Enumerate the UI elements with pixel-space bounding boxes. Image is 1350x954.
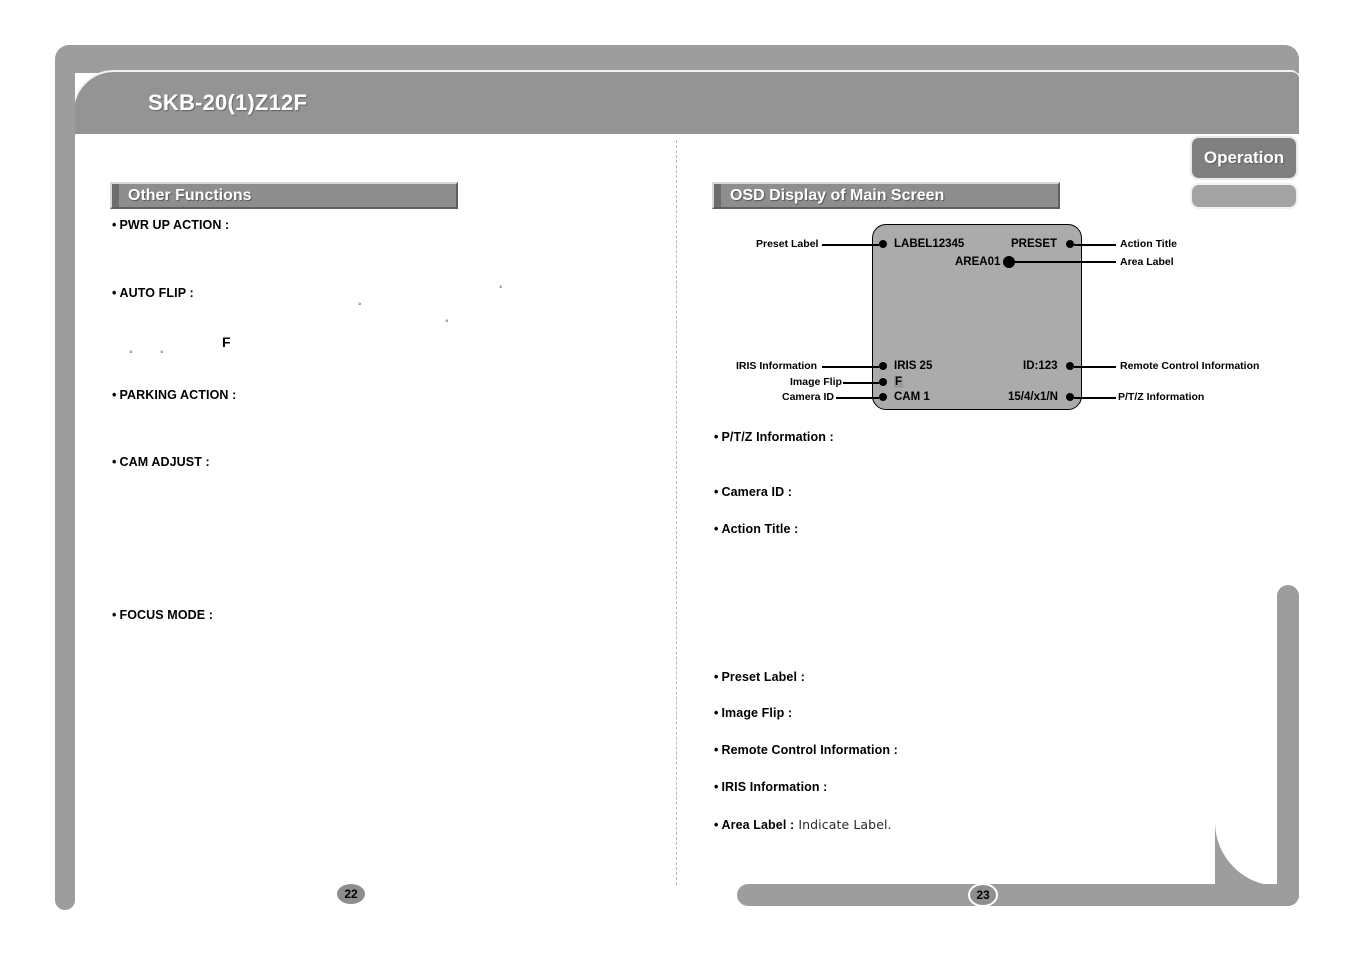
bullet-dot: •: [714, 743, 719, 757]
osd-value-camera-id: CAM 1: [894, 391, 930, 403]
section-accent-strip: [714, 184, 721, 207]
bullet-action-title: • Action Title :: [714, 522, 798, 536]
bottom-frame-rail: [737, 884, 1299, 906]
callout-action-title: Action Title: [1120, 238, 1177, 250]
degree-glyph: °: [160, 350, 164, 358]
leader-node: [1066, 240, 1074, 248]
leader-line-camera-id: [836, 397, 879, 399]
bullet-iris-information: • IRIS Information :: [714, 780, 827, 794]
flip-marker-glyph: F: [222, 334, 231, 350]
leader-node: [879, 393, 887, 401]
bullet-remote-control-information: • Remote Control Information :: [714, 743, 898, 757]
column-divider: [676, 140, 677, 885]
page-number-left: 22: [337, 884, 365, 904]
degree-glyph: °: [129, 350, 133, 358]
page-number-right: 23: [968, 883, 998, 907]
bullet-label: AUTO FLIP :: [119, 286, 194, 300]
bullet-auto-flip: • AUTO FLIP :: [112, 286, 194, 300]
bullet-dot: •: [112, 218, 117, 232]
bullet-pwr-up-action: • PWR UP ACTION :: [112, 218, 229, 232]
section-header-other-functions: Other Functions: [110, 182, 458, 209]
bullet-label: PWR UP ACTION :: [119, 218, 230, 232]
leader-node: [879, 378, 887, 386]
manual-page: SKB-20(1)Z12F Operation Other Functions …: [0, 0, 1350, 954]
leader-node: [1066, 393, 1074, 401]
bullet-dot: •: [112, 455, 117, 469]
bullet-dot: •: [714, 670, 719, 684]
bullet-dot: •: [714, 522, 719, 536]
bullet-value: Indicate Label.: [794, 817, 892, 832]
section-title-other-functions: Other Functions: [128, 186, 252, 204]
callout-image-flip: Image Flip: [790, 376, 842, 388]
leader-line-area-label: [1013, 261, 1116, 263]
bullet-label: CAM ADJUST :: [119, 455, 210, 469]
osd-diagram: Preset Label LABEL12345 PRESET Action Ti…: [700, 222, 1300, 417]
osd-value-image-flip: F: [894, 376, 904, 388]
bullet-label: Preset Label :: [721, 670, 805, 684]
bullet-dot: •: [112, 608, 117, 622]
bullet-dot: •: [112, 388, 117, 402]
bullet-image-flip: • Image Flip :: [714, 706, 792, 720]
callout-iris-information: IRIS Information: [736, 360, 818, 372]
leader-line-image-flip: [843, 382, 879, 384]
leader-node: [879, 240, 887, 248]
osd-value-remote-control-information: ID:123: [1023, 360, 1058, 372]
section-header-osd-display: OSD Display of Main Screen: [712, 182, 1060, 209]
bullet-ptz-information: • P/T/Z Information :: [714, 430, 834, 444]
bullet-dot: •: [714, 485, 719, 499]
tab-secondary[interactable]: [1190, 183, 1298, 209]
page-title: SKB-20(1)Z12F: [148, 90, 308, 115]
bullet-label: P/T/Z Information :: [721, 430, 834, 444]
bullet-label: Action Title :: [721, 522, 799, 536]
bullet-label: Area Label :: [721, 818, 795, 832]
leader-line-iris-information: [822, 366, 879, 368]
section-title-osd-display: OSD Display of Main Screen: [730, 186, 945, 204]
bullet-preset-label: • Preset Label :: [714, 670, 805, 684]
osd-value-preset-label: LABEL12345: [894, 238, 965, 250]
bullet-dot: •: [714, 430, 719, 444]
callout-area-label: Area Label: [1120, 256, 1174, 268]
osd-value-ptz-information: 15/4/x1/N: [1008, 391, 1058, 403]
degree-glyph: °: [358, 302, 362, 310]
bullet-camera-id: • Camera ID :: [714, 485, 792, 499]
bullet-area-label: • Area Label : Indicate Label.: [714, 817, 892, 832]
leader-node: [879, 362, 887, 370]
leader-line-action-title: [1074, 244, 1116, 246]
bullet-label: PARKING ACTION :: [119, 388, 237, 402]
callout-ptz-information: P/T/Z Information: [1118, 391, 1205, 403]
osd-value-iris-information: IRIS 25: [894, 360, 933, 372]
leader-node: [1066, 362, 1074, 370]
degree-glyph: °: [499, 285, 503, 293]
bullet-focus-mode: • FOCUS MODE :: [112, 608, 213, 622]
bullet-dot: •: [112, 286, 117, 300]
bullet-dot: •: [714, 818, 719, 832]
tab-operation-label: Operation: [1203, 148, 1285, 167]
callout-remote-control-information: Remote Control Information: [1120, 360, 1260, 372]
tab-operation[interactable]: Operation: [1190, 136, 1298, 180]
degree-glyph: °: [445, 319, 449, 327]
osd-value-action-title: PRESET: [1011, 238, 1058, 250]
leader-line-preset-label: [822, 244, 879, 246]
osd-screen-box: [872, 224, 1082, 410]
section-accent-strip: [112, 184, 119, 207]
page-header-bar: SKB-20(1)Z12F: [72, 70, 1299, 134]
bullet-parking-action: • PARKING ACTION :: [112, 388, 236, 402]
right-frame-rail: [1277, 585, 1299, 905]
left-frame-rail: [55, 60, 75, 910]
leader-line-ptz-information: [1074, 397, 1116, 399]
bullet-label: Remote Control Information :: [721, 743, 898, 757]
callout-preset-label: Preset Label: [756, 238, 819, 250]
bullet-dot: •: [714, 780, 719, 794]
callout-camera-id: Camera ID: [782, 391, 834, 403]
bullet-label: Image Flip :: [721, 706, 793, 720]
bullet-cam-adjust: • CAM ADJUST :: [112, 455, 210, 469]
osd-value-area-label: AREA01: [955, 256, 1001, 268]
top-decorative-strip: [55, 45, 1299, 73]
bullet-label: FOCUS MODE :: [119, 608, 214, 622]
bullet-dot: •: [714, 706, 719, 720]
bullet-label: Camera ID :: [721, 485, 793, 499]
leader-line-remote-control: [1074, 366, 1116, 368]
bullet-label: IRIS Information :: [721, 780, 828, 794]
